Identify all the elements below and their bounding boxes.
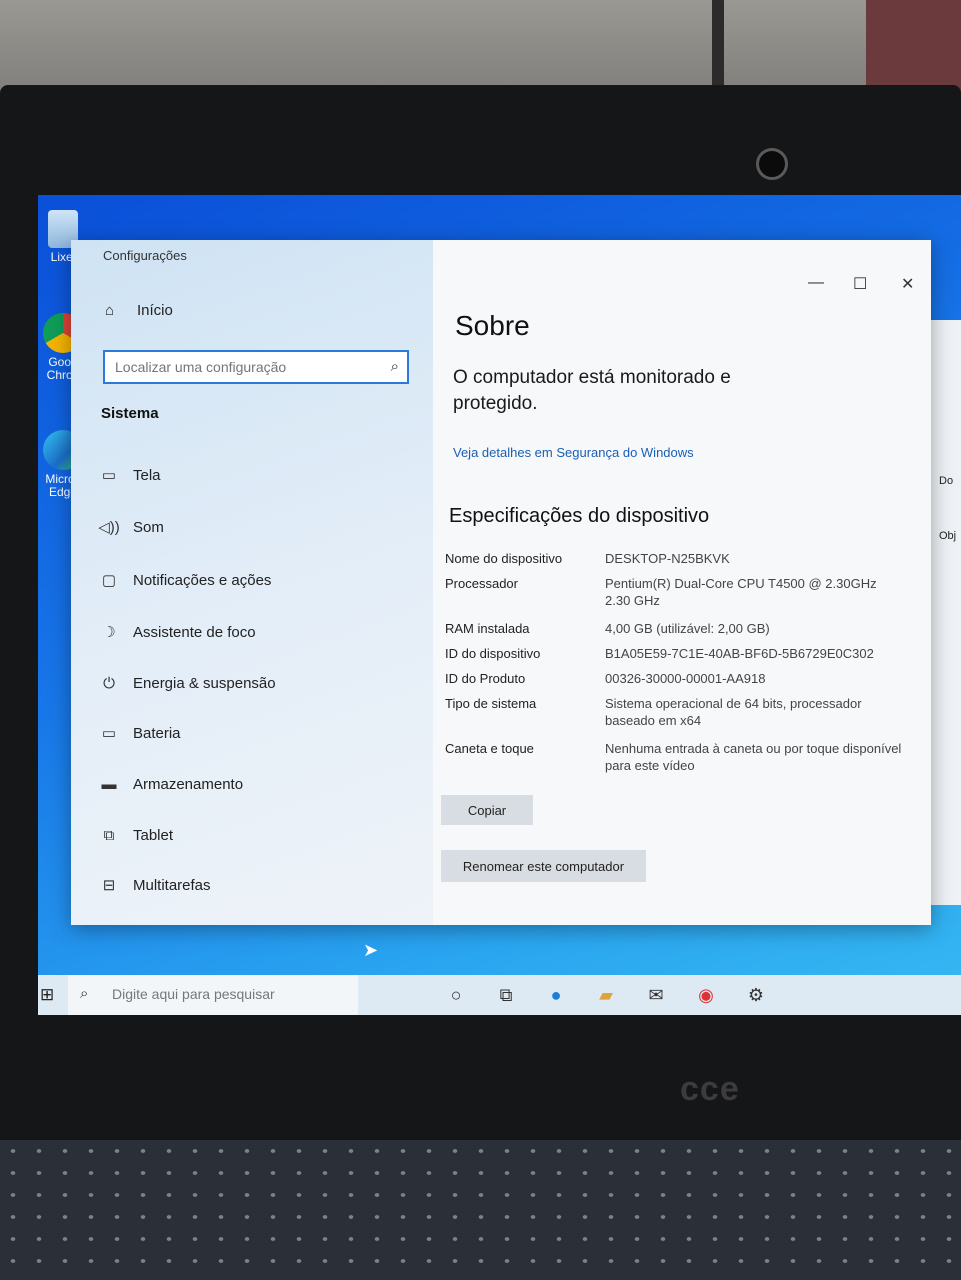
background-window-label: Obj (939, 530, 957, 542)
sidebar-item-label: Armazenamento (133, 775, 244, 793)
spec-key: RAM instalada (445, 621, 530, 636)
spec-value: B1A05E59-7C1E-40AB-BF6D-5B6729E0C302 (605, 646, 874, 661)
file-explorer-icon[interactable]: ▰ (594, 983, 618, 1007)
page-title: Sobre (455, 310, 530, 341)
spec-row: Tipo de sistema Sistema operacional de 6… (445, 695, 905, 729)
about-panel: — ☐ ✕ Sobre O computador está monitorado… (433, 240, 931, 925)
spec-value: Pentium(R) Dual-Core CPU T4500 @ 2.30GHz… (605, 576, 877, 608)
spec-value: Nenhuma entrada à caneta ou por toque di… (605, 741, 902, 773)
spec-row: RAM instalada 4,00 GB (utilizável: 2,00 … (445, 620, 905, 637)
task-view-icon[interactable]: ⧉ (494, 983, 518, 1007)
sidebar-item-tela[interactable]: ▭ Tela (97, 460, 417, 490)
storage-icon: ▬ (101, 775, 117, 793)
spec-key: Processador (445, 576, 518, 591)
sidebar-item-assistente-foco[interactable]: ☽ Assistente de foco (97, 617, 417, 647)
search-box[interactable]: ⌕ (103, 350, 409, 384)
cortana-icon[interactable]: ○ (444, 983, 468, 1007)
laptop-brand-logo: cce (680, 1070, 740, 1108)
power-icon: ⏻ (103, 674, 115, 692)
spec-value: Sistema operacional de 64 bits, processa… (605, 696, 862, 728)
spec-row: ID do dispositivo B1A05E59-7C1E-40AB-BF6… (445, 645, 905, 662)
sidebar-item-bateria[interactable]: ▭ Bateria (97, 718, 417, 748)
sidebar-item-label: Assistente de foco (133, 623, 256, 641)
spec-key: Caneta e toque (445, 741, 534, 756)
spec-value: 4,00 GB (utilizável: 2,00 GB) (605, 621, 770, 636)
spec-row: Caneta e toque Nenhuma entrada à caneta … (445, 740, 905, 774)
search-input[interactable] (113, 352, 367, 382)
sidebar-item-label: Energia & suspensão (133, 674, 276, 692)
sidebar-item-energia[interactable]: ⏻ Energia & suspensão (97, 668, 417, 698)
minimize-button[interactable]: — (808, 274, 824, 292)
sidebar-item-notificacoes[interactable]: ▢ Notificações e ações (97, 565, 417, 595)
spec-value: 00326-30000-00001-AA918 (605, 671, 766, 686)
sidebar-item-label: Notificações e ações (133, 571, 272, 589)
spec-key: ID do dispositivo (445, 646, 541, 661)
moon-icon: ☽ (102, 624, 116, 641)
battery-icon: ▭ (101, 725, 117, 742)
monitor-icon: ▭ (101, 467, 117, 484)
taskbar-search[interactable]: ⌕ Digite aqui para pesquisar (68, 975, 358, 1015)
background-window: Do Obj (931, 320, 961, 905)
spec-row: ID do Produto 00326-30000-00001-AA918 (445, 670, 905, 687)
sidebar-item-label: Multitarefas (133, 876, 211, 894)
screen: Lixei Goog Chron Micros Edge Do Obj Conf… (38, 195, 961, 1015)
multitask-icon: ⊟ (102, 877, 116, 894)
keyboard-area (0, 1140, 961, 1280)
mouse-cursor-icon: ➤ (363, 940, 379, 960)
spec-row: Nome do dispositivo DESKTOP-N25BKVK (445, 550, 905, 567)
settings-sidebar: Configurações ⌂ Início ⌕ Sistema ▭ Tela ◁… (71, 240, 433, 925)
sidebar-item-label: Som (133, 518, 164, 536)
edge-icon[interactable]: ● (544, 983, 568, 1007)
home-icon: ⌂ (105, 302, 115, 319)
spec-heading: Especificações do dispositivo (449, 505, 710, 527)
sidebar-item-som[interactable]: ◁)) Som (97, 512, 417, 542)
sidebar-item-armazenamento[interactable]: ▬ Armazenamento (97, 769, 417, 799)
chrome-icon[interactable]: ◉ (694, 983, 718, 1007)
mail-icon[interactable]: ✉ (644, 983, 668, 1007)
maximize-button[interactable]: ☐ (853, 274, 867, 294)
spec-key: Nome do dispositivo (445, 551, 563, 566)
spec-key: Tipo de sistema (445, 696, 537, 711)
search-icon: ⌕ (390, 358, 399, 375)
home-label: Início (137, 302, 173, 319)
sidebar-item-label: Tablet (133, 826, 174, 844)
protection-status: O computador está monitorado e protegido… (453, 367, 731, 414)
notification-icon: ▢ (101, 572, 117, 589)
spec-row: Processador Pentium(R) Dual-Core CPU T45… (445, 575, 905, 609)
background-window-label: Do (939, 475, 954, 487)
home-link[interactable]: ⌂ Início (105, 302, 173, 319)
taskbar: ⊞ ⌕ Digite aqui para pesquisar ○ ⧉ ● ▰ ✉… (38, 975, 961, 1015)
windows-start-icon[interactable]: ⊞ (40, 985, 54, 1005)
copy-button[interactable]: Copiar (441, 795, 533, 825)
search-icon: ⌕ (80, 985, 89, 1002)
security-details-link[interactable]: Veja detalhes em Segurança do Windows (453, 445, 694, 460)
tablet-icon: ⧉ (103, 826, 115, 844)
sidebar-item-label: Bateria (133, 724, 181, 742)
webcam-icon (756, 148, 788, 180)
sidebar-item-tablet[interactable]: ⧉ Tablet (97, 820, 417, 850)
taskbar-search-placeholder: Digite aqui para pesquisar (112, 986, 275, 1002)
window-title: Configurações (103, 248, 187, 263)
sidebar-item-label: Tela (133, 466, 161, 484)
speaker-icon: ◁)) (98, 519, 120, 536)
spec-value: DESKTOP-N25BKVK (605, 551, 730, 566)
rename-pc-button[interactable]: Renomear este computador (441, 850, 646, 882)
spec-key: ID do Produto (445, 671, 526, 686)
settings-window: Configurações ⌂ Início ⌕ Sistema ▭ Tela ◁… (71, 240, 931, 925)
section-title: Sistema (101, 405, 159, 422)
close-button[interactable]: ✕ (901, 274, 914, 294)
sidebar-item-multitarefas[interactable]: ⊟ Multitarefas (97, 870, 417, 900)
settings-gear-icon[interactable]: ⚙ (744, 983, 768, 1007)
